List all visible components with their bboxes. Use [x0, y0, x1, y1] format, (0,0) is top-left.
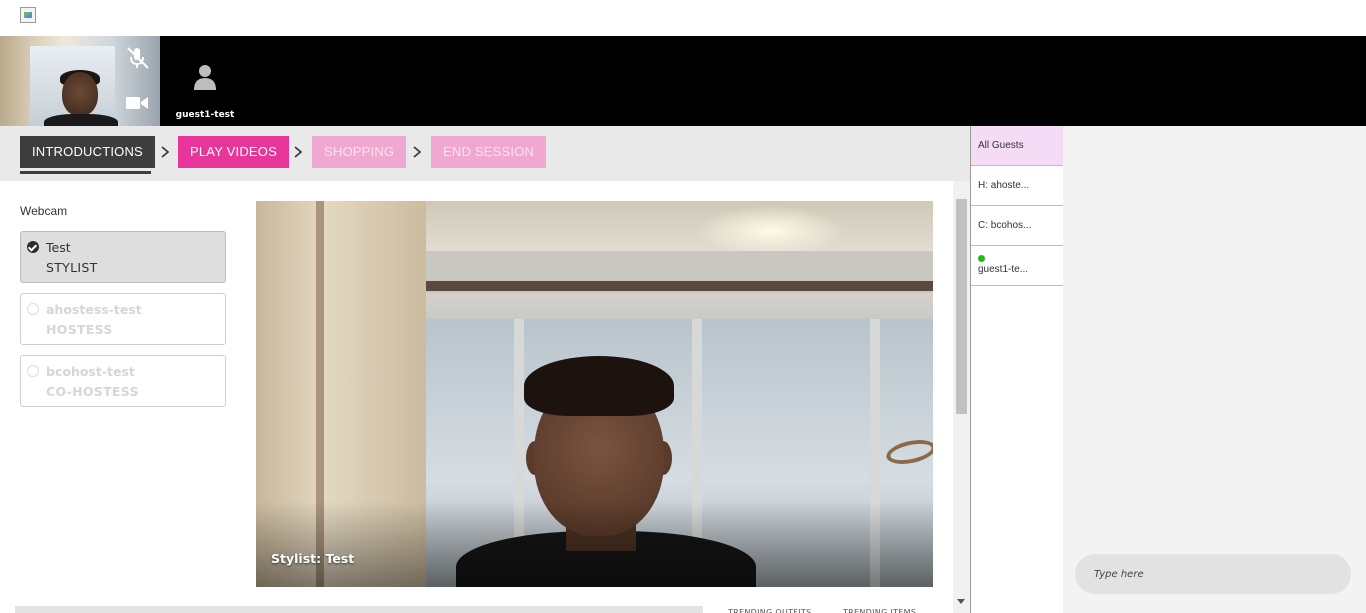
guest-row-label: C: bcohos... — [978, 220, 1032, 231]
webcam-option-bcohost[interactable]: bcohost-test CO-HOSTESS — [20, 355, 226, 407]
step-introductions[interactable]: INTRODUCTIONS — [20, 136, 155, 168]
chevron-right-icon — [294, 146, 303, 158]
step-shopping[interactable]: SHOPPING — [312, 136, 407, 168]
radio-empty-icon — [27, 303, 39, 315]
person-icon — [194, 65, 216, 90]
broken-image-icon — [20, 7, 36, 23]
webcam-option-role: HOSTESS — [46, 322, 113, 337]
chat-panel — [1063, 126, 1366, 613]
main-video[interactable]: Stylist: Test — [256, 201, 933, 587]
tab-trending-outfits[interactable]: TRENDING OUTFITS — [728, 608, 812, 613]
guest-filter-all[interactable]: All Guests — [971, 126, 1063, 166]
check-circle-icon — [27, 241, 39, 253]
main-area: INTRODUCTIONS PLAY VIDEOS SHOPPING END S… — [0, 126, 970, 613]
step-play-videos[interactable]: PLAY VIDEOS — [178, 136, 289, 168]
self-video-tile — [0, 36, 160, 126]
guest-tile[interactable]: guest1-test — [160, 36, 250, 126]
chevron-right-icon — [161, 146, 170, 158]
scrollbar-thumb[interactable] — [956, 199, 967, 414]
guest-row-hostess[interactable]: H: ahoste... — [971, 166, 1063, 206]
tab-trending-items[interactable]: TRENDING ITEMS — [843, 608, 916, 613]
webcam-option-name: bcohost-test — [46, 364, 135, 379]
guest-row-label: All Guests — [978, 140, 1024, 151]
webcam-option-name: Test — [46, 240, 71, 255]
webcam-option-name: ahostess-test — [46, 302, 142, 317]
session-stepper: INTRODUCTIONS PLAY VIDEOS SHOPPING END S… — [0, 126, 970, 181]
guest-name: guest1-test — [175, 110, 235, 120]
webcam-label: Webcam — [20, 204, 68, 218]
step-end-session[interactable]: END SESSION — [431, 136, 547, 168]
guest-row-guest1[interactable]: guest1-te... — [971, 246, 1063, 286]
scroll-down-arrow-icon[interactable] — [957, 599, 965, 604]
scrollbar[interactable] — [953, 181, 970, 613]
current-step-underline — [20, 171, 151, 174]
chevron-right-icon — [413, 146, 422, 158]
video-camera-icon[interactable] — [124, 94, 150, 112]
guest-row-label: guest1-te... — [978, 264, 1029, 275]
webcam-option-role: CO-HOSTESS — [46, 384, 139, 399]
online-status-icon — [978, 255, 985, 262]
product-strip — [15, 606, 703, 613]
video-caption: Stylist: Test — [271, 551, 355, 566]
mic-off-icon[interactable] — [124, 46, 150, 70]
participants-bar: guest1-test — [0, 36, 1366, 126]
chat-input[interactable] — [1075, 554, 1351, 594]
guest-row-label: H: ahoste... — [978, 180, 1030, 191]
header-bar — [0, 0, 1366, 36]
webcam-option-ahostess[interactable]: ahostess-test HOSTESS — [20, 293, 226, 345]
webcam-option-role: STYLIST — [46, 260, 98, 275]
webcam-option-test[interactable]: Test STYLIST — [20, 231, 226, 283]
guests-list: All Guests H: ahoste... C: bcohos... gue… — [970, 126, 1063, 613]
guest-row-cohostess[interactable]: C: bcohos... — [971, 206, 1063, 246]
radio-empty-icon — [27, 365, 39, 377]
